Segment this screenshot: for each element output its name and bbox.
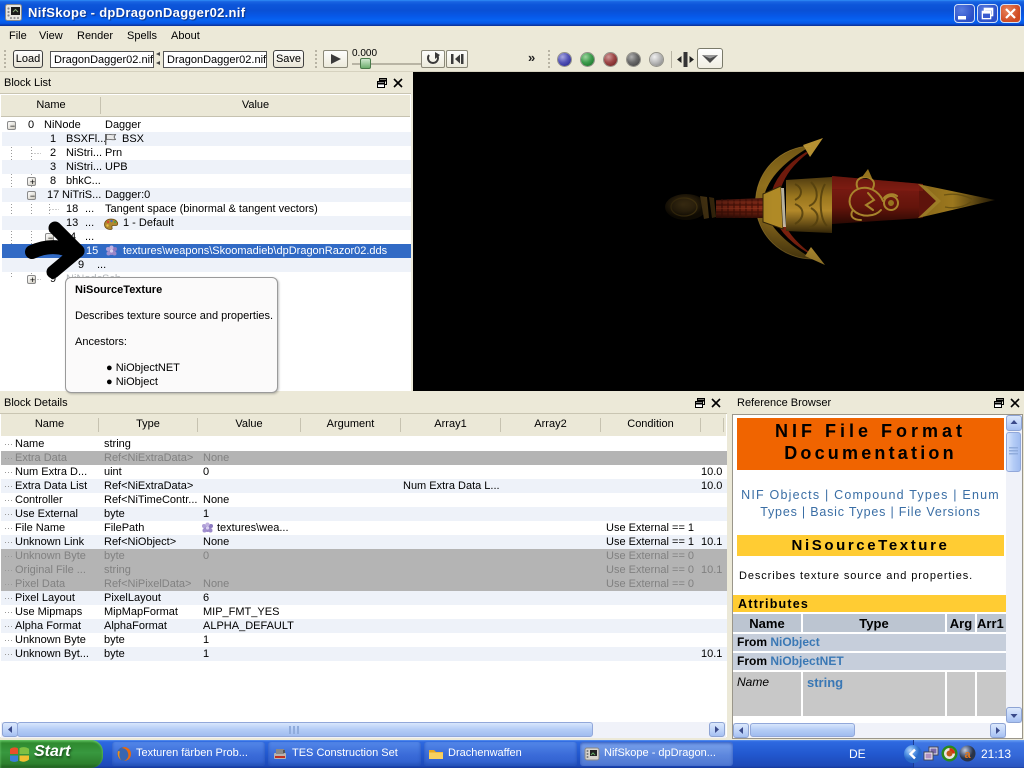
- svg-text:a: a: [964, 749, 971, 761]
